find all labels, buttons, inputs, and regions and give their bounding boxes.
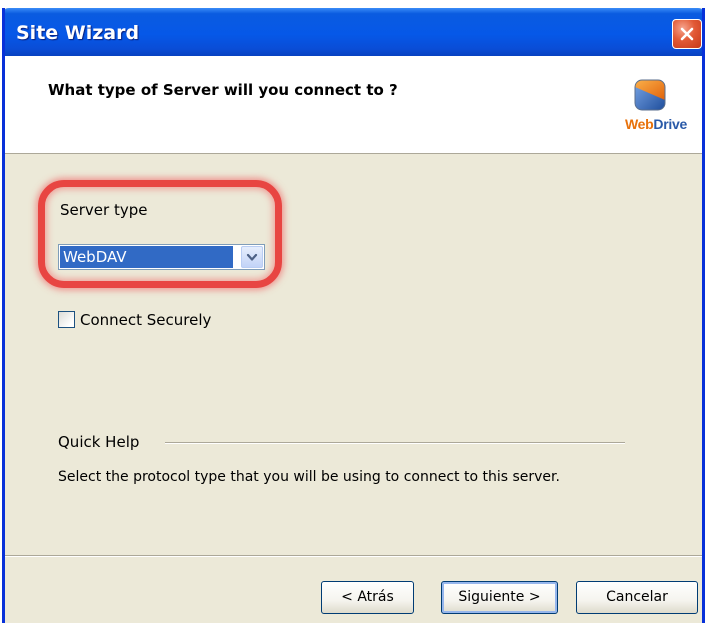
back-button[interactable]: < Atrás [321, 581, 414, 614]
site-wizard-window: Site Wizard What type of Server will you… [2, 8, 705, 623]
page-title: What type of Server will you connect to … [48, 81, 398, 99]
server-type-select[interactable]: WebDAV [58, 244, 265, 270]
server-type-value: WebDAV [60, 246, 233, 268]
server-type-label: Server type [60, 201, 148, 219]
quick-help-heading: Quick Help [58, 433, 140, 451]
cancel-button[interactable]: Cancelar [576, 581, 698, 614]
webdrive-logo-icon [634, 79, 666, 111]
connect-securely-checkbox[interactable] [58, 311, 75, 328]
next-button[interactable]: Siguiente > [441, 581, 558, 614]
title-bar[interactable]: Site Wizard [5, 8, 702, 56]
logo-text-drive: Drive [653, 116, 687, 132]
close-button[interactable] [672, 19, 702, 49]
webdrive-logo: WebDrive [622, 78, 702, 138]
highlight-annotation [38, 180, 282, 288]
connect-securely-label[interactable]: Connect Securely [80, 311, 211, 329]
connect-securely-row[interactable]: Connect Securely [58, 309, 211, 329]
footer-divider [5, 555, 702, 557]
close-icon [680, 27, 694, 41]
chevron-down-icon [246, 253, 258, 261]
window-title: Site Wizard [16, 22, 140, 44]
logo-text-web: Web [625, 116, 654, 132]
quick-help-divider [165, 442, 625, 444]
quick-help-text: Select the protocol type that you will b… [58, 469, 560, 485]
webdrive-logo-text: WebDrive [625, 116, 687, 132]
wizard-header: What type of Server will you connect to … [5, 56, 702, 154]
server-type-dropdown-button[interactable] [241, 246, 263, 268]
